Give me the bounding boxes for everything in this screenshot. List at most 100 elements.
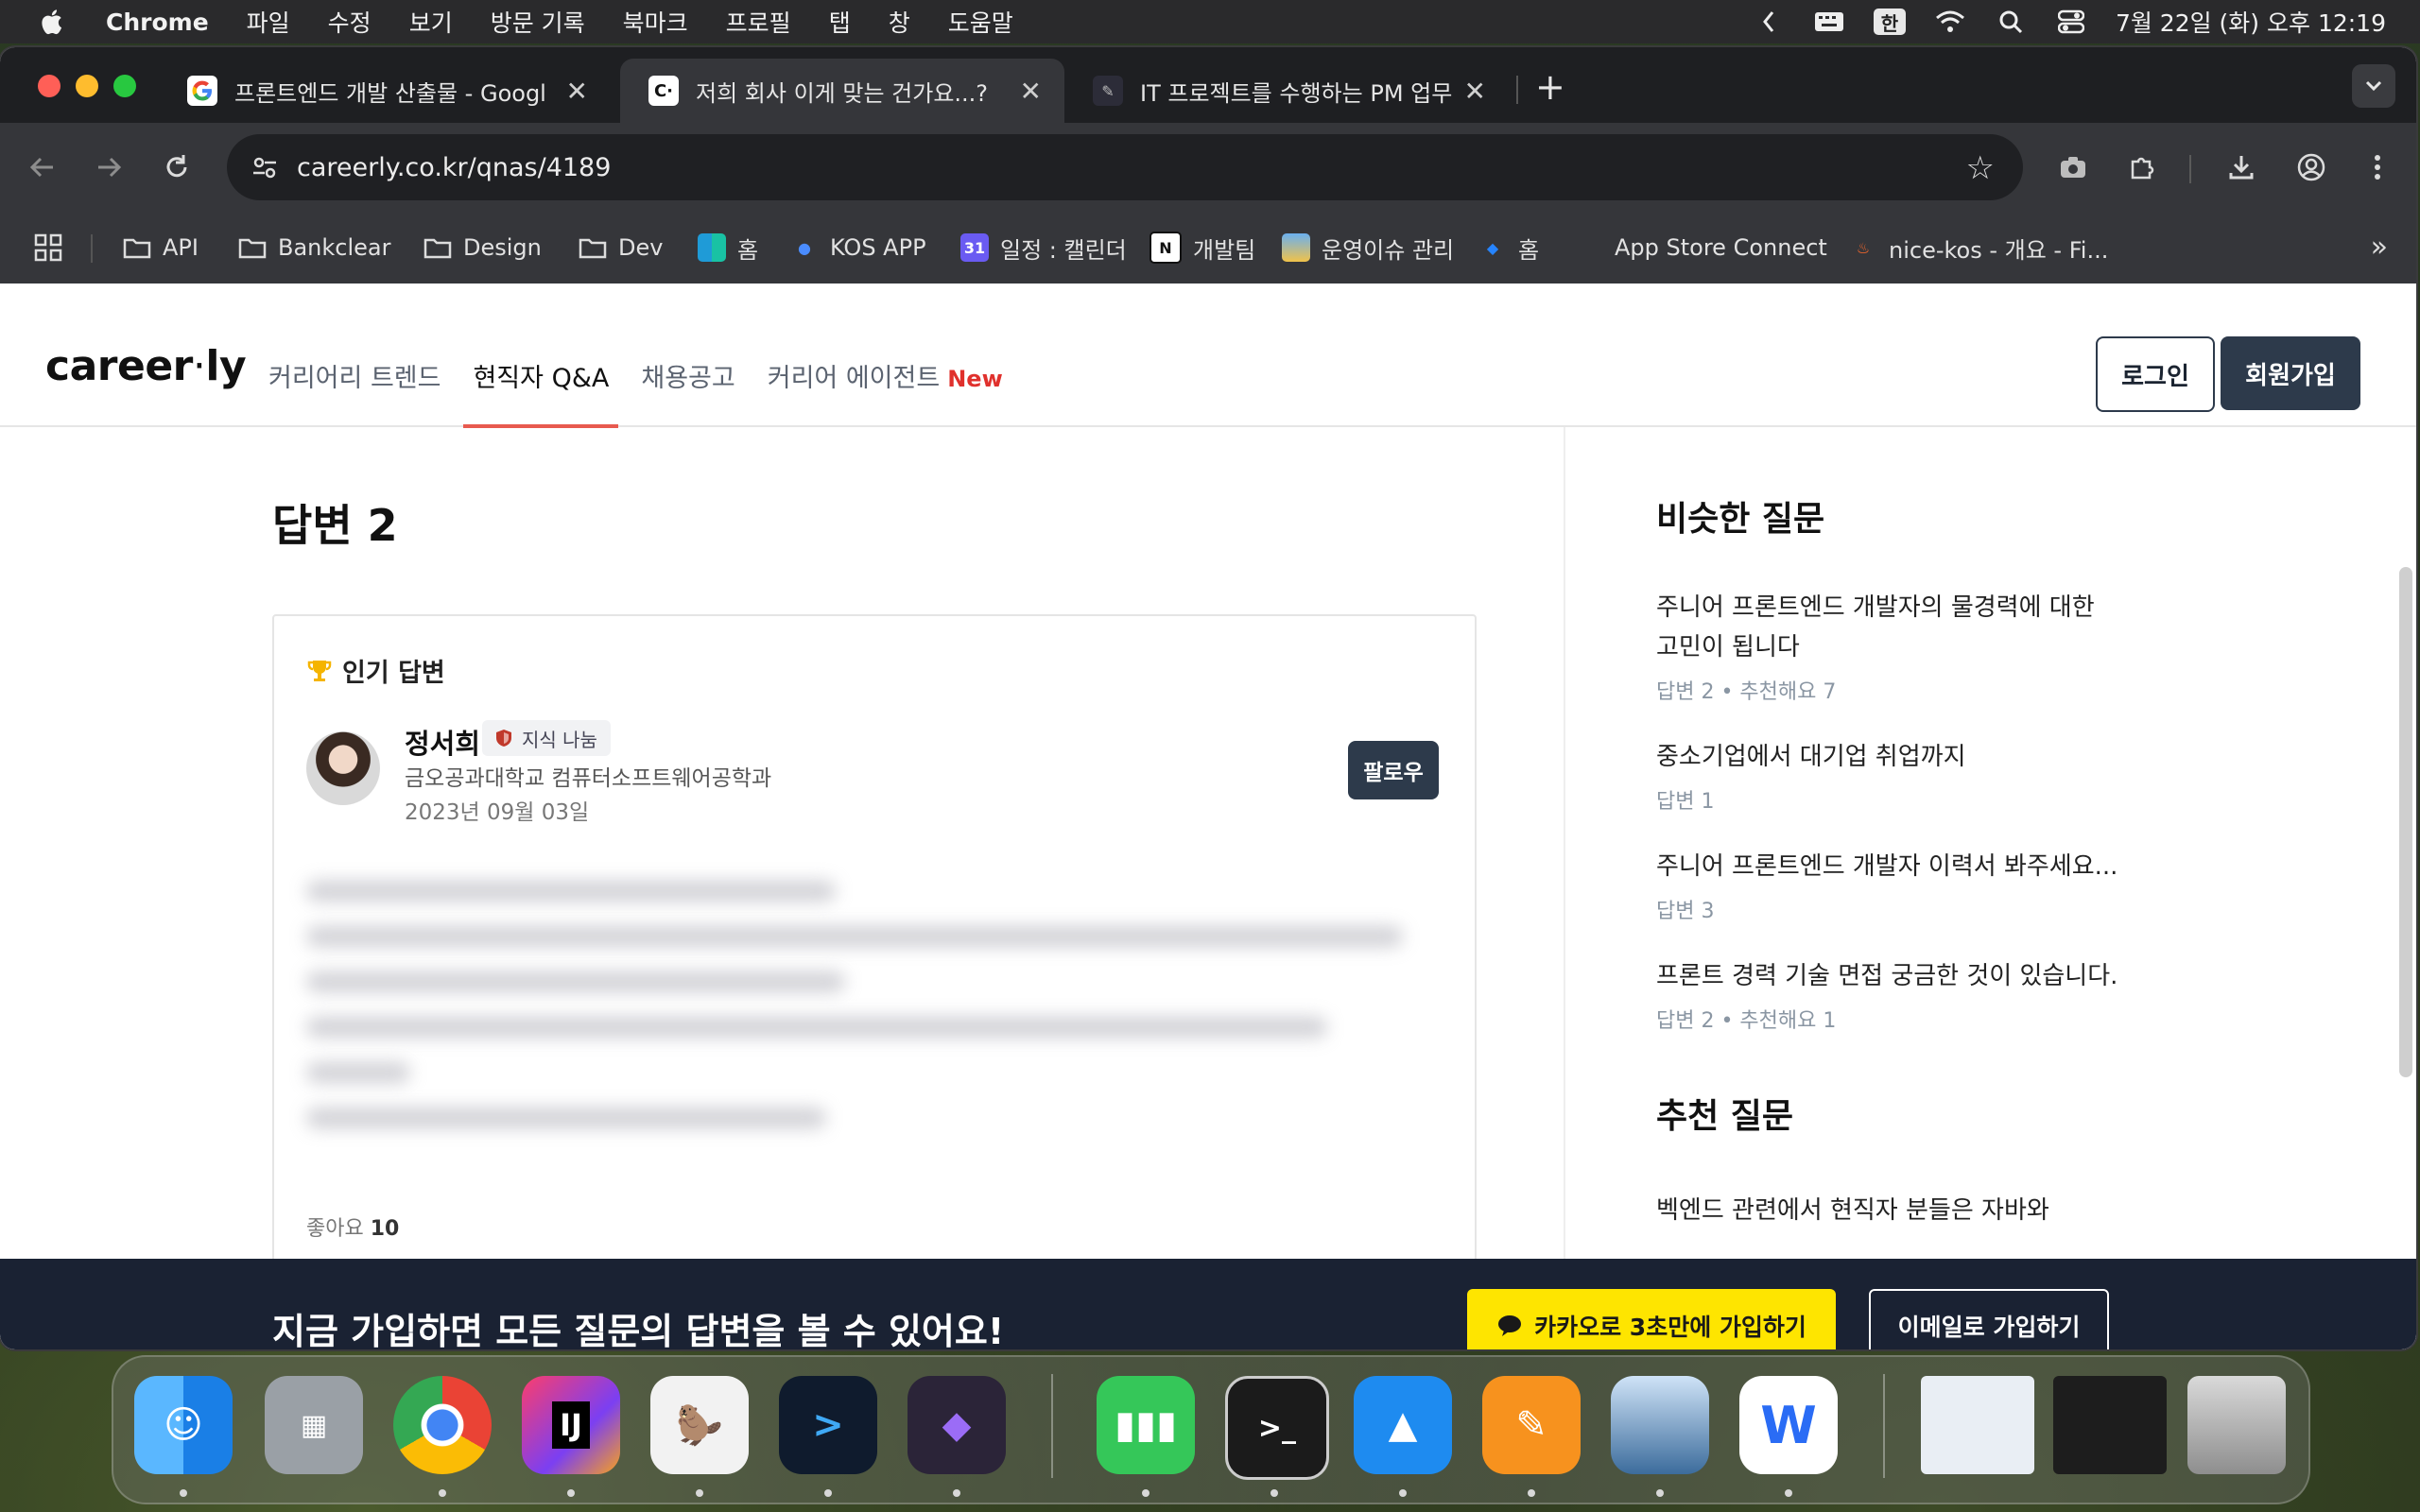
nav-qna[interactable]: 현직자 Q&A <box>463 357 619 428</box>
bookmark-nice-kos[interactable]: ♨ nice-kos - 개요 - Fi... <box>1849 231 2109 265</box>
question-title[interactable]: 주니어 프론트엔드 개발자의 물경력에 대한 고민이 됩니다 <box>1656 588 2110 667</box>
naver-whale-icon[interactable]: W <box>1739 1376 1838 1474</box>
tab-search-chevron-icon[interactable] <box>2352 64 2395 108</box>
menu-file[interactable]: 파일 <box>247 5 290 39</box>
similar-question-item[interactable]: 프론트 경력 기술 면접 궁금한 것이 있습니다. 답변 2 • 추천해요 1 <box>1656 956 2223 1034</box>
nav-trends[interactable]: 커리어리 트렌드 <box>268 357 441 428</box>
address-bar[interactable]: careerly.co.kr/qnas/4189 ☆ <box>227 134 2023 200</box>
zoom-window-button[interactable] <box>113 75 136 97</box>
menubar-clock[interactable]: 7월 22일 (화) 오후 12:19 <box>2116 5 2386 39</box>
author-avatar[interactable] <box>306 731 380 805</box>
close-tab-icon[interactable]: ✕ <box>566 76 588 107</box>
tab-careerly-question[interactable]: C· 저희 회사 이게 맞는 건가요...? ✕ <box>620 59 1064 123</box>
nav-jobs[interactable]: 채용공고 <box>641 357 735 428</box>
kebab-menu-icon[interactable] <box>2358 147 2397 187</box>
similar-question-item[interactable]: 주니어 프론트엔드 개발자 이력서 봐주세요... 답변 3 <box>1656 847 2223 924</box>
screenshot-camera-icon[interactable] <box>2053 147 2093 187</box>
follow-button[interactable]: 팔로우 <box>1348 741 1439 799</box>
new-tab-icon[interactable]: + <box>1535 66 1565 108</box>
page-scrollbar[interactable] <box>2399 567 2412 1077</box>
menu-history[interactable]: 방문 기록 <box>491 5 585 39</box>
wifi-icon[interactable] <box>1934 8 1966 36</box>
bookmark-star-icon[interactable]: ☆ <box>1966 149 1995 187</box>
chrome-icon[interactable] <box>393 1376 492 1474</box>
bookmark-home-board[interactable]: 홈 <box>698 231 758 265</box>
nav-career-agent-label: 커리어 에이전트 <box>767 364 941 393</box>
signup-button[interactable]: 회원가입 <box>2221 336 2360 410</box>
email-signup-button[interactable]: 이메일로 가입하기 <box>1869 1289 2109 1349</box>
control-center-icon[interactable] <box>2055 8 2087 36</box>
tab-strip: 프론트엔드 개발 산출물 - Google ✕ C· 저희 회사 이게 맞는 건… <box>0 47 2416 123</box>
forward-arrow-icon[interactable] <box>89 147 129 187</box>
input-source-indicator[interactable]: 한 <box>1873 9 1906 35</box>
close-tab-icon[interactable]: ✕ <box>1020 76 1042 107</box>
profile-avatar-icon[interactable] <box>2291 147 2331 187</box>
bookmark-api[interactable]: API <box>123 231 199 265</box>
back-arrow-icon[interactable] <box>23 147 62 187</box>
more-bookmarks-chevron-icon[interactable]: » <box>2371 231 2388 264</box>
bookmark-design[interactable]: Design <box>424 231 542 265</box>
tab-pm-article[interactable]: ✎ IT 프로젝트를 수행하는 PM 업무 & ✕ <box>1064 59 1509 123</box>
menu-profiles[interactable]: 프로필 <box>726 5 791 39</box>
launchpad-icon[interactable]: ▦ <box>265 1376 363 1474</box>
bookmark-dev-team[interactable]: N 개발팀 <box>1150 231 1255 265</box>
trash-icon[interactable] <box>2187 1376 2286 1474</box>
menu-bookmarks[interactable]: 북마크 <box>623 5 688 39</box>
careerly-logo[interactable]: career·ly <box>45 342 247 390</box>
apple-menu-icon[interactable] <box>38 7 68 37</box>
dbeaver-icon[interactable]: 🦫 <box>650 1376 749 1474</box>
menu-window[interactable]: 창 <box>889 5 910 39</box>
terminal-icon[interactable]: >_ <box>1225 1376 1329 1480</box>
numbers-icon[interactable]: ▮▮▮ <box>1097 1376 1195 1474</box>
menu-help[interactable]: 도움말 <box>948 5 1013 39</box>
bookmark-app-store-connect[interactable]: App Store Connect <box>1575 231 1827 265</box>
menu-tab[interactable]: 탭 <box>829 5 851 39</box>
sourcetree-icon[interactable]: > <box>779 1376 877 1474</box>
reload-icon[interactable] <box>157 147 197 187</box>
login-button[interactable]: 로그인 <box>2096 336 2215 412</box>
tab-google-doc[interactable]: 프론트엔드 개발 산출물 - Google ✕ <box>159 59 611 123</box>
question-title[interactable]: 주니어 프론트엔드 개발자 이력서 봐주세요... <box>1656 847 2223 886</box>
app-name[interactable]: Chrome <box>106 9 209 36</box>
bookmark-calendar[interactable]: 31 일정 : 캘린더 <box>960 231 1127 265</box>
minimized-terminal-thumbnail[interactable] <box>2053 1376 2167 1474</box>
author-name[interactable]: 정서희 <box>405 722 480 762</box>
minimized-window-thumbnail[interactable] <box>1921 1376 2034 1474</box>
chevron-left-icon[interactable] <box>1753 8 1785 36</box>
bookmark-bankclear[interactable]: Bankclear <box>238 231 390 265</box>
question-title[interactable]: 벡엔드 관련에서 현직자 분들은 자바와 <box>1656 1191 2223 1230</box>
similar-question-item[interactable]: 주니어 프론트엔드 개발자의 물경력에 대한 고민이 됩니다 답변 2 • 추천… <box>1656 588 2223 705</box>
spotlight-search-icon[interactable] <box>1995 8 2027 36</box>
pages-icon[interactable]: ✎ <box>1482 1376 1581 1474</box>
close-tab-icon[interactable]: ✕ <box>1464 76 1486 107</box>
finder-icon[interactable]: ☺ <box>134 1376 233 1474</box>
recommended-question-item[interactable]: 벡엔드 관련에서 현직자 분들은 자바와 <box>1656 1191 2223 1230</box>
kakao-signup-button[interactable]: 카카오로 3초만에 가입하기 <box>1467 1289 1836 1349</box>
preview-icon[interactable] <box>1611 1376 1709 1474</box>
nav-career-agent[interactable]: 커리어 에이전트 New <box>768 357 1003 428</box>
keyboard-icon[interactable] <box>1813 8 1845 36</box>
question-title[interactable]: 프론트 경력 기술 면접 궁금한 것이 있습니다. <box>1656 956 2223 996</box>
likes-count[interactable]: 좋아요 10 <box>306 1211 399 1242</box>
minimize-window-button[interactable] <box>76 75 98 97</box>
apps-grid-icon[interactable] <box>34 231 62 265</box>
bookmark-dev[interactable]: Dev <box>579 231 663 265</box>
obsidian-icon[interactable]: ◆ <box>908 1376 1006 1474</box>
menu-view[interactable]: 보기 <box>409 5 453 39</box>
extensions-puzzle-icon[interactable] <box>2121 147 2161 187</box>
site-nav: 커리어리 트렌드 현직자 Q&A 채용공고 커리어 에이전트 New <box>268 357 1003 428</box>
running-indicator <box>439 1489 446 1497</box>
bookmark-ops-issues[interactable]: 운영이슈 관리 <box>1282 231 1454 265</box>
close-window-button[interactable] <box>38 75 60 97</box>
site-settings-icon[interactable] <box>248 150 282 184</box>
intellij-icon[interactable]: IJ <box>522 1376 620 1474</box>
question-title[interactable]: 중소기업에서 대기업 취업까지 <box>1656 737 2223 777</box>
download-icon[interactable] <box>2221 147 2261 187</box>
menu-edit[interactable]: 수정 <box>328 5 372 39</box>
bookmark-home-jira[interactable]: ◆ 홈 <box>1478 231 1539 265</box>
bookmark-label: 개발팀 <box>1193 236 1256 264</box>
similar-question-item[interactable]: 중소기업에서 대기업 취업까지 답변 1 <box>1656 737 2223 815</box>
keynote-icon[interactable]: ▲ <box>1354 1376 1452 1474</box>
bookmark-kos-app[interactable]: ● KOS APP <box>790 231 926 265</box>
url-text[interactable]: careerly.co.kr/qnas/4189 <box>297 153 611 182</box>
